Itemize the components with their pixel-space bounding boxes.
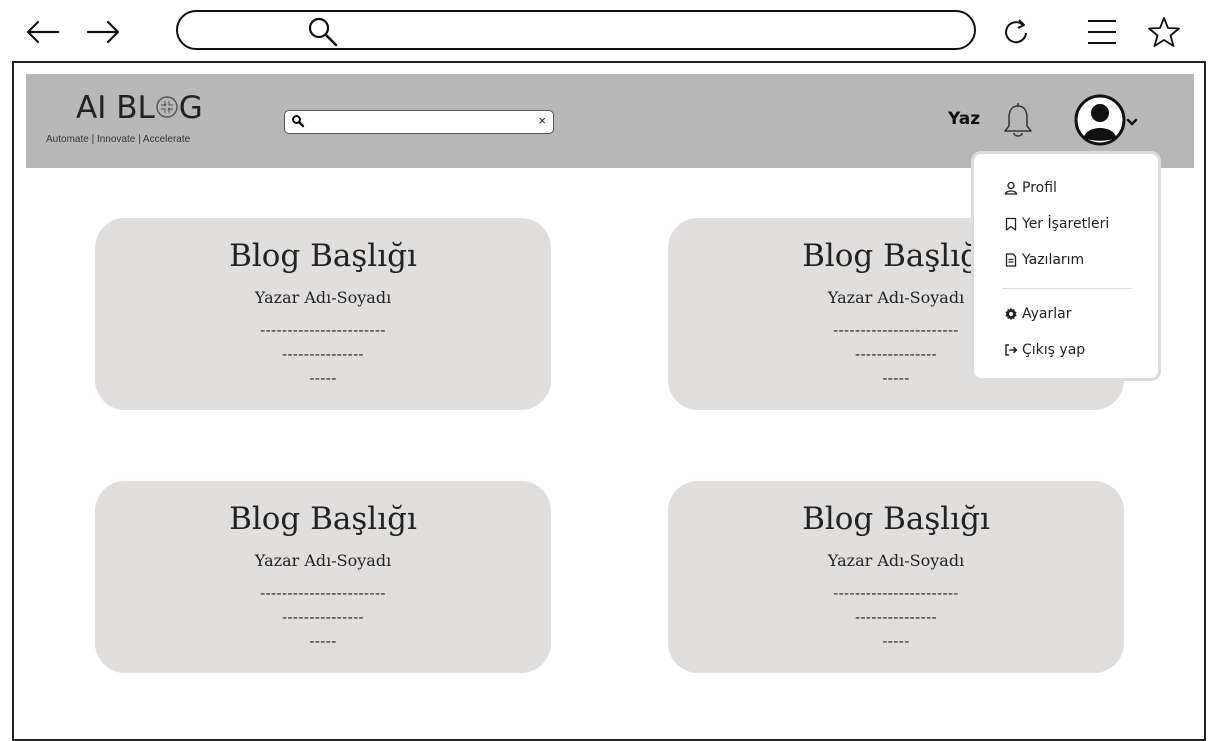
blog-card[interactable]: Blog Başlığı Yazar Adı-Soyadı ----------… (668, 481, 1124, 673)
menu-divider (1002, 288, 1132, 289)
blog-card[interactable]: Blog Başlığı Yazar Adı-Soyadı ----------… (95, 481, 551, 673)
menu-item-logout[interactable]: Çıkış yap (1004, 342, 1085, 358)
write-link[interactable]: Yaz (948, 109, 980, 129)
star-icon (1148, 17, 1180, 47)
brain-icon (156, 96, 178, 118)
blog-excerpt-line: ----------------------- (833, 584, 959, 602)
document-icon (1005, 253, 1017, 267)
bookmark-icon (1005, 217, 1017, 231)
bell-icon (1004, 103, 1032, 137)
logo-title: AI BL G (76, 90, 203, 126)
browser-toolbar (0, 0, 1220, 62)
blog-excerpt-line: ----- (309, 369, 337, 387)
reload-icon (1005, 19, 1027, 44)
user-menu-button[interactable] (1074, 92, 1138, 148)
arrow-right-icon (86, 20, 120, 44)
menu-item-label: Çıkış yap (1022, 342, 1086, 358)
user-dropdown-menu: Profil Yer İşaretleri Yazılarım Ayarlar (971, 151, 1161, 381)
user-icon (1004, 181, 1018, 195)
menu-item-my-posts[interactable]: Yazılarım (1004, 252, 1084, 268)
chevron-down-icon (1126, 118, 1138, 126)
blog-title: Blog Başlığı (229, 238, 417, 274)
menu-item-label: Yer İşaretleri (1022, 216, 1110, 232)
reload-button[interactable] (996, 12, 1036, 52)
notifications-button[interactable] (1000, 102, 1036, 145)
arrow-left-icon (26, 20, 60, 44)
back-button[interactable] (22, 12, 62, 52)
blog-card[interactable]: Blog Başlığı Yazar Adı-Soyadı ----------… (95, 218, 551, 410)
address-bar[interactable] (176, 10, 976, 50)
page-viewport: AI BL G Automate | Innovate | Accelerate… (12, 61, 1206, 741)
clear-search-button[interactable]: × (538, 113, 546, 128)
bookmark-star-button[interactable] (1144, 12, 1184, 52)
blog-excerpt-line: --------------- (281, 608, 365, 626)
blog-title: Blog Başlığı (802, 501, 990, 537)
avatar (1074, 94, 1138, 146)
hamburger-icon (1088, 20, 1116, 44)
menu-button[interactable] (1082, 12, 1122, 52)
menu-item-settings[interactable]: Ayarlar (1004, 306, 1071, 322)
menu-item-profile[interactable]: Profil (1004, 180, 1057, 196)
blog-author: Yazar Adı-Soyadı (827, 551, 965, 570)
blog-excerpt-line: ----------------------- (260, 584, 386, 602)
blog-author: Yazar Adı-Soyadı (254, 551, 392, 570)
logo-tagline: Automate | Innovate | Accelerate (46, 134, 191, 145)
blog-excerpt-line: --------------- (281, 345, 365, 363)
search-icon (292, 115, 305, 128)
blog-excerpt-line: --------------- (854, 608, 938, 626)
gear-icon (1005, 307, 1017, 321)
blog-excerpt-line: ----------------------- (260, 321, 386, 339)
blog-author: Yazar Adı-Soyadı (254, 288, 392, 307)
search-input[interactable] (307, 113, 531, 133)
menu-item-label: Profil (1022, 180, 1057, 196)
blog-excerpt-line: ----- (309, 632, 337, 650)
blog-excerpt-line: ----- (882, 632, 910, 650)
blog-title: Blog Başlığı (229, 501, 417, 537)
search-icon (308, 17, 338, 47)
site-search-box[interactable]: × (284, 110, 554, 134)
menu-item-label: Yazılarım (1022, 252, 1085, 268)
menu-item-label: Ayarlar (1022, 306, 1072, 322)
logout-icon (1005, 344, 1018, 356)
menu-item-bookmarks[interactable]: Yer İşaretleri (1004, 216, 1109, 232)
forward-button[interactable] (84, 12, 124, 52)
